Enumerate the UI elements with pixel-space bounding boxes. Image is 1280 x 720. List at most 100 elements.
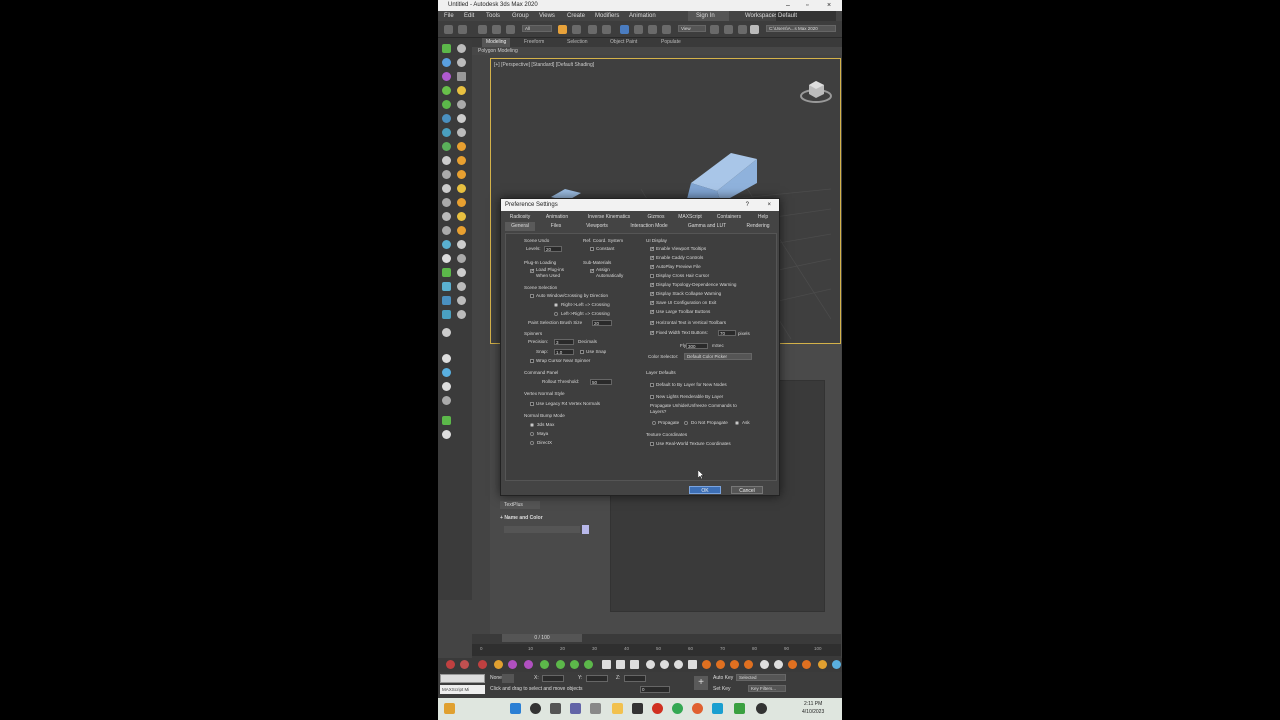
modify-icon[interactable] [442,58,451,67]
tab-viewports[interactable]: Viewports [581,222,613,231]
tab-interaction-mode[interactable]: Interaction Mode [625,222,673,231]
teapot-render-icon[interactable] [774,660,783,669]
time-config-icon[interactable] [646,660,655,669]
tab-help[interactable]: Help [753,213,773,222]
brush-icon[interactable] [442,142,451,151]
record-icon[interactable] [460,660,469,669]
opera-icon[interactable] [652,703,663,714]
object-name-field[interactable] [504,526,580,533]
display-icon[interactable] [442,100,451,109]
tab-gamma-and-lut[interactable]: Gamma and LUT [685,222,729,231]
grid-icon[interactable] [442,296,451,305]
unlink-icon[interactable] [492,25,501,34]
fixed-width-checkbox[interactable] [650,330,655,336]
ribbon-tab-object-paint[interactable]: Object Paint [610,38,637,47]
green-move-icon[interactable] [540,660,549,669]
fire5-icon[interactable] [788,660,797,669]
geosphere-icon[interactable] [457,240,466,249]
create-icon[interactable] [442,44,451,53]
sign-in-button[interactable]: Sign In [688,11,729,21]
fire4-icon[interactable] [744,660,753,669]
menu-modifiers[interactable]: Modifiers [595,11,619,21]
z-coord-field[interactable] [624,675,646,682]
material-sphere-icon[interactable] [442,354,451,363]
tab-files[interactable]: Files [545,222,567,231]
snap-spinner[interactable]: 1.0 [554,349,574,355]
tab-animation[interactable]: Animation [541,213,573,222]
render-frame-icon[interactable] [442,396,451,405]
compass-icon[interactable] [442,310,451,319]
render-icon[interactable] [760,660,769,669]
fire-icon[interactable] [702,660,711,669]
horizontal-text-checkbox[interactable] [650,320,655,326]
eye-icon[interactable] [442,328,451,337]
ribbon-tab-populate[interactable]: Populate [661,38,681,47]
sun-icon[interactable] [457,156,466,165]
plane-icon[interactable] [457,100,466,109]
menu-tools[interactable]: Tools [486,11,500,21]
cylinder-icon[interactable] [457,128,466,137]
directx-radio[interactable] [530,441,534,445]
app-icon[interactable] [632,703,643,714]
green-scale-icon[interactable] [584,660,593,669]
textplus-button[interactable]: TextPlus [500,501,540,509]
menu-edit[interactable]: Edit [464,11,474,21]
globe-icon[interactable] [442,226,451,235]
box-object[interactable] [681,143,761,203]
key-filters-button[interactable]: Key Filters... [748,685,786,692]
biped-icon[interactable] [494,660,503,669]
tab-inverse-kinematics[interactable]: Inverse Kinematics [581,213,637,222]
auto-window-checkbox[interactable] [530,294,534,298]
tab-rendering[interactable]: Rendering [741,222,775,231]
stop-icon[interactable] [478,660,487,669]
color-selector-select[interactable]: Default Color Picker [684,353,752,360]
stop-play-icon[interactable] [630,660,639,669]
viewport-label[interactable]: [+] [Perspective] [Standard] [Default Sh… [494,62,594,68]
tool-icon[interactable] [442,128,451,137]
y-coord-field[interactable] [586,675,608,682]
torus-icon[interactable] [457,282,466,291]
systems-icon[interactable] [442,282,451,291]
viewcube-icon[interactable] [800,77,832,103]
close-window-button[interactable]: × [827,0,831,11]
lock-selection-icon[interactable] [502,674,514,683]
cancel-button[interactable]: Cancel [731,486,763,494]
skylight-icon[interactable] [457,184,466,193]
ribbon-tab-selection[interactable]: Selection [567,38,588,47]
angle-snap-icon[interactable] [738,25,747,34]
firefox-icon[interactable] [692,703,703,714]
by-layer-checkbox[interactable] [650,383,654,387]
omni-light-icon[interactable] [457,170,466,179]
tab-gizmos[interactable]: Gizmos [643,213,669,222]
ok-button[interactable]: OK [689,486,721,494]
teapot-icon[interactable] [457,44,466,53]
wrap-cursor-checkbox[interactable] [530,359,534,363]
fire3-icon[interactable] [730,660,739,669]
minimize-button[interactable]: – [786,0,790,11]
ribbon-tab-modeling[interactable]: Modeling [482,38,511,47]
precision-spinner[interactable]: 3 [554,339,574,345]
use-snap-checkbox[interactable] [580,350,584,354]
select-object-icon[interactable] [558,25,567,34]
frame-field[interactable]: 0 [640,686,670,693]
motion-icon[interactable] [442,86,451,95]
close-dialog-button[interactable]: × [767,199,771,211]
pyramid-icon[interactable] [457,254,466,263]
select-by-name-icon[interactable] [572,25,581,34]
photometric-icon[interactable] [457,212,466,221]
box-icon[interactable] [457,114,466,123]
link-icon[interactable] [478,25,487,34]
spot-icon[interactable] [457,198,466,207]
left-right-radio[interactable] [554,312,558,316]
cone-icon[interactable] [442,198,451,207]
chat-icon[interactable] [570,703,581,714]
helper-icon[interactable] [442,240,451,249]
utilities-icon[interactable] [442,114,451,123]
purple-icon[interactable] [508,660,517,669]
file-explorer-icon[interactable] [612,703,623,714]
undo-levels-spinner[interactable]: 20 [544,246,562,252]
green-app-icon[interactable] [734,703,745,714]
autoplay-preview-checkbox[interactable] [650,264,655,270]
maximize-button[interactable]: ▫ [806,0,808,11]
named-selection-icon[interactable] [750,25,759,34]
